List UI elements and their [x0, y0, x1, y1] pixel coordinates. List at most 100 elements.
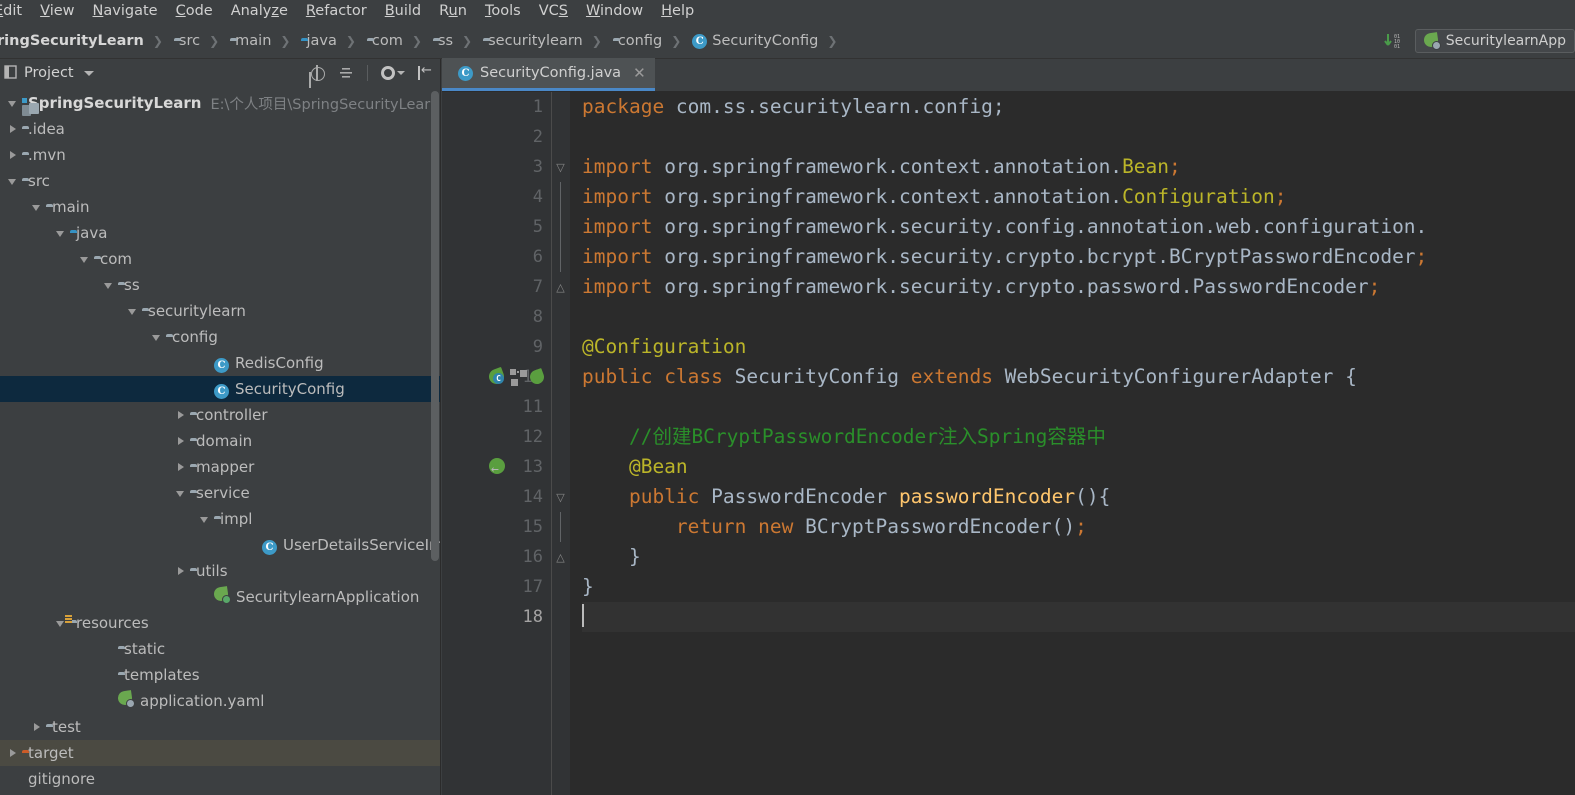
tree-item-redisconfig[interactable]: C RedisConfig	[0, 350, 440, 376]
editor-tab-securityconfig[interactable]: C SecurityConfig.java ✕	[442, 58, 655, 91]
code-editor[interactable]: 12345678910C111213←1415161718 ▽ △ ▽ △ packa…	[442, 92, 1575, 795]
tree-down-arrow-icon[interactable]	[54, 226, 68, 240]
menu-item-edit[interactable]: Edit	[0, 0, 31, 23]
menu-item-view[interactable]: View	[31, 0, 83, 23]
code-line[interactable]	[582, 122, 1575, 152]
tree-item-userdetailsserviceimpl[interactable]: C UserDetailsServiceImpl	[0, 532, 440, 558]
code-line[interactable]: package com.ss.securitylearn.config;	[582, 92, 1575, 122]
menu-item-build[interactable]: Build	[376, 0, 430, 23]
code-line[interactable]: import org.springframework.security.cryp…	[582, 272, 1575, 302]
tree-down-arrow-icon[interactable]	[6, 96, 20, 110]
breadcrumb-item-securitylearn[interactable]: securitylearn ❯	[479, 23, 609, 59]
breadcrumb-item-com[interactable]: com ❯	[363, 23, 429, 59]
fold-cell[interactable]	[552, 182, 570, 212]
fold-cell[interactable]: △	[552, 542, 570, 572]
tree-right-arrow-icon[interactable]	[174, 434, 188, 448]
breadcrumb-item-ss[interactable]: ss ❯	[429, 23, 479, 59]
code-line[interactable]: import org.springframework.context.annot…	[582, 152, 1575, 182]
tree-down-arrow-icon[interactable]	[150, 330, 164, 344]
code-line[interactable]: @Bean	[582, 452, 1575, 482]
breadcrumb-item-main[interactable]: main ❯	[226, 23, 297, 59]
tree-item-controller[interactable]: controller	[0, 402, 440, 428]
menu-item-vcs[interactable]: VCS	[530, 0, 577, 23]
tree-item-target[interactable]: target	[0, 740, 440, 766]
tree-item-resources[interactable]: resources	[0, 610, 440, 636]
tree-down-arrow-icon[interactable]	[126, 304, 140, 318]
tree-item-config[interactable]: config	[0, 324, 440, 350]
tree-item-test[interactable]: test	[0, 714, 440, 740]
hide-panel-icon[interactable]	[418, 63, 432, 80]
menu-item-help[interactable]: Help	[652, 0, 703, 23]
run-configuration-selector[interactable]: SecuritylearnApp	[1414, 28, 1575, 53]
menu-item-window[interactable]: Window	[577, 0, 652, 23]
tree-item-securitylearnapplication[interactable]: SecuritylearnApplication	[0, 584, 440, 610]
breadcrumb-item-ringsecuritylearn[interactable]: ringSecurityLearn ❯	[0, 23, 170, 59]
tree-down-arrow-icon[interactable]	[6, 174, 20, 188]
tree-right-arrow-icon[interactable]	[174, 460, 188, 474]
code-content[interactable]: package com.ss.securitylearn.config; impo…	[570, 92, 1575, 795]
tree-right-arrow-icon[interactable]	[6, 122, 20, 136]
breadcrumb-item-securityconfig[interactable]: C SecurityConfig ❯	[688, 23, 844, 59]
code-line[interactable]: return new BCryptPasswordEncoder();	[582, 512, 1575, 542]
tree-down-arrow-icon[interactable]	[30, 200, 44, 214]
fold-cell[interactable]	[552, 212, 570, 242]
menu-item-analyze[interactable]: Analyze	[222, 0, 297, 23]
tree-down-arrow-icon[interactable]	[78, 252, 92, 266]
tree-item-ss[interactable]: ss	[0, 272, 440, 298]
line-number-gutter[interactable]: 12345678910C111213←1415161718	[442, 92, 552, 795]
fold-cell[interactable]: ▽	[552, 152, 570, 182]
tree-item-templates[interactable]: templates	[0, 662, 440, 688]
collapse-all-icon[interactable]	[338, 65, 354, 81]
code-line[interactable]: public class SecurityConfig extends WebS…	[582, 362, 1575, 392]
download-binary-icon[interactable]: 01 10 01	[1383, 32, 1405, 50]
tree-item-springsecuritylearn[interactable]: SpringSecurityLearn E:\个人项目\SpringSecurit…	[0, 90, 440, 116]
code-folding-column[interactable]: ▽ △ ▽ △	[552, 92, 570, 795]
menu-item-code[interactable]: Code	[167, 0, 222, 23]
code-line[interactable]	[582, 392, 1575, 422]
tree-down-arrow-icon[interactable]	[102, 278, 116, 292]
tree-right-arrow-icon[interactable]	[174, 564, 188, 578]
code-line[interactable]: public PasswordEncoder passwordEncoder()…	[582, 482, 1575, 512]
tree-item-utils[interactable]: utils	[0, 558, 440, 584]
tree-item-static[interactable]: static	[0, 636, 440, 662]
tree-item-domain[interactable]: domain	[0, 428, 440, 454]
fold-cell[interactable]: △	[552, 272, 570, 302]
fold-collapse-icon[interactable]: ▽	[555, 152, 566, 182]
tree-item-impl[interactable]: impl	[0, 506, 440, 532]
fold-cell[interactable]: ▽	[552, 482, 570, 512]
tree-item-securitylearn[interactable]: securitylearn	[0, 298, 440, 324]
breadcrumb-item-config[interactable]: config ❯	[609, 23, 688, 59]
code-line[interactable]	[582, 602, 1575, 632]
tree-right-arrow-icon[interactable]	[30, 720, 44, 734]
tree-item-service[interactable]: service	[0, 480, 440, 506]
tree-item-gitignore[interactable]: gitignore	[0, 766, 440, 792]
code-line[interactable]: }	[582, 572, 1575, 602]
chevron-down-icon[interactable]	[83, 70, 94, 76]
spring-bean-arrow-icon[interactable]: ←	[489, 458, 507, 476]
fold-collapse-icon[interactable]: ▽	[555, 482, 566, 512]
project-tree[interactable]: SpringSecurityLearn E:\个人项目\SpringSecurit…	[0, 87, 440, 795]
close-icon[interactable]: ✕	[633, 65, 646, 81]
code-line[interactable]: //创建BCryptPasswordEncoder注入Spring容器中	[582, 422, 1575, 452]
tree-down-arrow-icon[interactable]	[174, 486, 188, 500]
menu-item-navigate[interactable]: Navigate	[84, 0, 167, 23]
class-structure-icon[interactable]	[510, 368, 527, 386]
menu-item-refactor[interactable]: Refactor	[297, 0, 376, 23]
tree-right-arrow-icon[interactable]	[6, 746, 20, 760]
tree-right-arrow-icon[interactable]	[6, 148, 20, 162]
breadcrumb-item-src[interactable]: src ❯	[170, 23, 226, 59]
tree-item-java[interactable]: java	[0, 220, 440, 246]
tree-item-application-yaml[interactable]: application.yaml	[0, 688, 440, 714]
tree-item-main[interactable]: main	[0, 194, 440, 220]
spring-leaf-icon[interactable]	[528, 368, 546, 386]
fold-cell[interactable]	[552, 512, 570, 542]
tree-item--mvn[interactable]: .mvn	[0, 142, 440, 168]
code-line[interactable]: import org.springframework.security.conf…	[582, 212, 1575, 242]
code-line[interactable]: @Configuration	[582, 332, 1575, 362]
fold-end-icon[interactable]: △	[555, 542, 566, 572]
locate-icon[interactable]	[309, 65, 325, 81]
code-line[interactable]: }	[582, 542, 1575, 572]
tree-right-arrow-icon[interactable]	[174, 408, 188, 422]
tree-item--idea[interactable]: .idea	[0, 116, 440, 142]
tree-item-com[interactable]: com	[0, 246, 440, 272]
